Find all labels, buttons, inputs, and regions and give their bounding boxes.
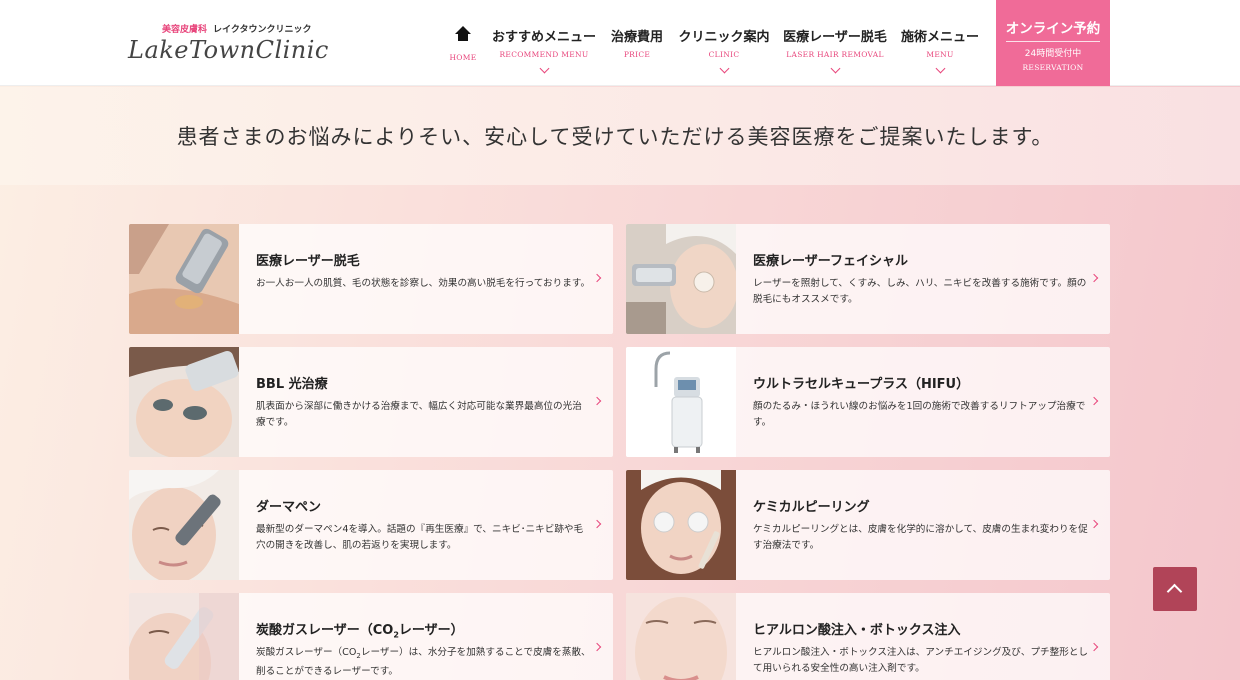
nav-recommend-menu[interactable]: おすすめメニュー RECOMMEND MENU bbox=[492, 0, 596, 86]
logo-wordmark: LakeTownClinic bbox=[128, 36, 329, 64]
dermapen-photo bbox=[129, 470, 239, 580]
nav-label: クリニック案内 bbox=[678, 30, 770, 45]
menu-card-laser-hair-removal[interactable]: 医療レーザー脱毛 お一人お一人の肌質、毛の状態を診察し、効果の高い脱毛を行ってお… bbox=[129, 224, 613, 334]
card-description: 炭酸ガスレーザー（CO2レーザー）は、水分子を加熱することで皮膚を蒸散、削ること… bbox=[256, 645, 591, 680]
nav-menu[interactable]: 施術メニュー MENU bbox=[898, 0, 982, 86]
card-description: レーザーを照射して、くすみ、しみ、ハリ、ニキビを改善する施術です。顔の脱毛にもオ… bbox=[753, 278, 1087, 305]
card-description: お一人お一人の肌質、毛の状態を診察し、効果の高い脱毛を行っております。 bbox=[256, 278, 591, 289]
bbl-treatment-photo bbox=[129, 347, 239, 457]
laser-hair-removal-photo bbox=[129, 224, 239, 334]
tagline-band: 患者さまのお悩みによりそい、安心して受けていただける美容医療をご提案いたします。 bbox=[0, 87, 1240, 185]
reservation-label: オンライン予約 bbox=[1005, 21, 1101, 37]
chevron-right-icon bbox=[592, 396, 602, 406]
chevron-down-icon bbox=[719, 63, 729, 74]
nav-price[interactable]: 治療費用 PRICE bbox=[608, 0, 666, 86]
card-title: 医療レーザー脱毛 bbox=[256, 254, 360, 269]
menu-card-hyaluronic-botox[interactable]: ヒアルロン酸注入・ボトックス注入 ヒアルロン酸注入・ボトックス注入は、アンチエイ… bbox=[626, 593, 1110, 680]
logo-clinic-name-kana: レイクタウンクリニック bbox=[213, 25, 312, 35]
card-description: 肌表面から深部に働きかける治療まで、幅広く対応可能な業界最高位の光治療です。 bbox=[256, 401, 582, 428]
site-header: 美容皮膚科 レイクタウンクリニック LakeTownClinic HOME おすす… bbox=[0, 0, 1240, 86]
chevron-right-icon bbox=[1089, 396, 1099, 406]
chevron-right-icon bbox=[1089, 519, 1099, 529]
menu-card-laser-facial[interactable]: 医療レーザーフェイシャル レーザーを照射して、くすみ、しみ、ハリ、ニキビを改善す… bbox=[626, 224, 1110, 334]
clinic-logo[interactable]: 美容皮膚科 レイクタウンクリニック LakeTownClinic bbox=[128, 20, 348, 70]
nav-label-en: CLINIC bbox=[708, 50, 740, 59]
card-title: ケミカルピーリング bbox=[753, 500, 870, 515]
card-title: 医療レーザーフェイシャル bbox=[753, 254, 908, 269]
chevron-right-icon bbox=[592, 642, 602, 652]
card-title: ダーマペン bbox=[256, 500, 322, 515]
reservation-divider bbox=[1006, 41, 1100, 42]
card-description: ケミカルピーリングとは、皮膚を化学的に溶かして、皮膚の生まれ変わりを促す治療法で… bbox=[753, 524, 1088, 551]
nav-label: 施術メニュー bbox=[900, 30, 979, 45]
co2-laser-photo bbox=[129, 593, 239, 680]
reservation-hours: 24時間受付中 bbox=[1024, 49, 1082, 59]
chevron-up-icon bbox=[1166, 583, 1183, 600]
reservation-label-en: RESERVATION bbox=[1022, 63, 1084, 72]
back-to-top-button[interactable] bbox=[1153, 567, 1197, 611]
nav-label-en: MENU bbox=[926, 50, 954, 59]
menu-card-chemical-peeling[interactable]: ケミカルピーリング ケミカルピーリングとは、皮膚を化学的に溶かして、皮膚の生まれ… bbox=[626, 470, 1110, 580]
nav-home[interactable]: HOME bbox=[446, 0, 480, 86]
logo-category: 美容皮膚科 bbox=[162, 25, 208, 35]
logo-subtitle: 美容皮膚科 レイクタウンクリニック bbox=[162, 22, 311, 35]
hifu-device-photo bbox=[626, 347, 736, 457]
chevron-down-icon bbox=[539, 63, 549, 74]
menu-card-dermapen[interactable]: ダーマペン 最新型のダーマペン4を導入。話題の『再生医療』で、ニキビ･ニキビ跡や… bbox=[129, 470, 613, 580]
chevron-right-icon bbox=[592, 519, 602, 529]
card-title-part: 炭酸ガスレーザー（CO bbox=[256, 623, 394, 638]
chevron-right-icon bbox=[1089, 642, 1099, 652]
nav-label: 治療費用 bbox=[610, 30, 663, 45]
menu-card-co2-laser[interactable]: 炭酸ガスレーザー（CO2レーザー） 炭酸ガスレーザー（CO2レーザー）は、水分子… bbox=[129, 593, 613, 680]
card-description: 最新型のダーマペン4を導入。話題の『再生医療』で、ニキビ･ニキビ跡や毛穴の開きを… bbox=[256, 524, 584, 551]
chemical-peeling-photo bbox=[626, 470, 736, 580]
nav-label: おすすめメニュー bbox=[492, 30, 597, 45]
card-title-part: レーザー） bbox=[398, 623, 464, 638]
card-desc-part: 炭酸ガスレーザー（CO bbox=[256, 647, 357, 658]
nav-label-en: LASER HAIR REMOVAL bbox=[786, 50, 884, 59]
menu-card-bbl[interactable]: BBL 光治療 肌表面から深部に働きかける治療まで、幅広く対応可能な業界最高位の… bbox=[129, 347, 613, 457]
nav-label: 医療レーザー脱毛 bbox=[783, 30, 887, 45]
card-description: 顔のたるみ・ほうれい線のお悩みを1回の施術で改善するリフトアップ治療です。 bbox=[753, 401, 1086, 428]
card-title: BBL 光治療 bbox=[256, 377, 328, 392]
chevron-down-icon bbox=[830, 63, 840, 74]
card-title: 炭酸ガスレーザー（CO2レーザー） bbox=[256, 619, 464, 640]
hyaluronic-injection-photo bbox=[626, 593, 736, 680]
nav-label-en: RECOMMEND MENU bbox=[499, 50, 589, 59]
chevron-down-icon bbox=[935, 63, 945, 74]
laser-facial-photo bbox=[626, 224, 736, 334]
tagline: 患者さまのお悩みによりそい、安心して受けていただける美容医療をご提案いたします。 bbox=[176, 125, 1054, 149]
nav-clinic[interactable]: クリニック案内 CLINIC bbox=[676, 0, 772, 86]
card-title: ヒアルロン酸注入・ボトックス注入 bbox=[753, 623, 961, 638]
nav-label-en: PRICE bbox=[623, 50, 651, 59]
nav-home-en: HOME bbox=[449, 53, 477, 62]
chevron-right-icon bbox=[1089, 273, 1099, 283]
nav-laser-hair-removal[interactable]: 医療レーザー脱毛 LASER HAIR REMOVAL bbox=[782, 0, 888, 86]
card-title: ウルトラセルキュープラス（HIFU） bbox=[753, 377, 970, 392]
online-reservation-button[interactable]: オンライン予約 24時間受付中 RESERVATION bbox=[996, 0, 1110, 86]
menu-card-hifu[interactable]: ウルトラセルキュープラス（HIFU） 顔のたるみ・ほうれい線のお悩みを1回の施術… bbox=[626, 347, 1110, 457]
card-description: ヒアルロン酸注入・ボトックス注入は、アンチエイジング及び、プチ整形として用いられ… bbox=[753, 647, 1089, 674]
home-icon bbox=[455, 26, 471, 42]
chevron-right-icon bbox=[592, 273, 602, 283]
